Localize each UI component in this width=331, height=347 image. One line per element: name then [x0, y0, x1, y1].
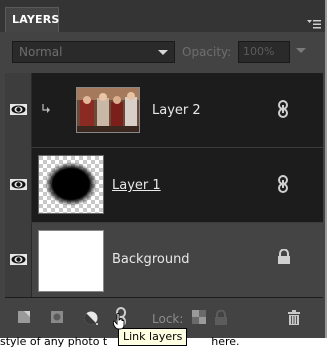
visibility-toggle[interactable]: [5, 223, 32, 297]
chevron-down-icon: [158, 50, 168, 55]
clip-arrow-icon: [42, 104, 50, 113]
layer-row-background[interactable]: Background: [5, 223, 323, 298]
layers-panel: LAYERS Normal Opacity: 100% Layer 2 Laye…: [0, 0, 327, 338]
layers-list: Layer 2 Layer 1 Background: [5, 73, 323, 298]
lock-label: Lock:: [152, 312, 184, 326]
layer-name[interactable]: Layer 1: [112, 178, 161, 194]
layer-body[interactable]: Background: [32, 223, 323, 297]
panel-menu-icon[interactable]: [307, 14, 321, 29]
blend-mode-select[interactable]: Normal: [12, 41, 175, 63]
layer-thumbnail: [38, 155, 104, 214]
layer-body[interactable]: Layer 1: [32, 148, 323, 222]
panel-tab-layers[interactable]: LAYERS: [5, 7, 59, 32]
layer-body[interactable]: Layer 2: [32, 73, 323, 147]
document-text-right: here.: [211, 337, 240, 347]
layer-thumbnail: [38, 230, 104, 292]
lock-icon: [278, 249, 290, 264]
layer-name[interactable]: Layer 2: [152, 103, 201, 119]
visibility-toggle[interactable]: [5, 73, 32, 147]
chain-icon[interactable]: [277, 100, 289, 118]
eye-icon: [10, 254, 27, 265]
panel-header: LAYERS: [0, 0, 325, 32]
lock-transparency-icon[interactable]: [192, 310, 206, 324]
chain-icon[interactable]: [277, 175, 289, 193]
adjustment-layer-icon[interactable]: [83, 310, 99, 326]
opacity-dropdown-icon[interactable]: [296, 48, 306, 53]
eye-icon: [10, 104, 27, 115]
visibility-toggle[interactable]: [5, 148, 32, 222]
blend-mode-value: Normal: [19, 45, 63, 59]
new-layer-icon[interactable]: [17, 310, 31, 324]
lock-all-icon[interactable]: [214, 310, 228, 326]
link-layers-tooltip: Link layers: [118, 328, 188, 346]
eye-icon: [10, 179, 27, 190]
layer-row-layer-1[interactable]: Layer 1: [5, 148, 323, 223]
opacity-input[interactable]: 100%: [238, 41, 290, 63]
layer-thumbnail: [76, 87, 140, 133]
document-text-left: style of any photo t: [0, 337, 108, 347]
hand-cursor-icon: [113, 313, 125, 330]
layer-row-layer-2[interactable]: Layer 2: [5, 73, 323, 148]
layer-mask-icon[interactable]: [50, 310, 64, 324]
trash-icon[interactable]: [287, 310, 301, 326]
opacity-label: Opacity:: [182, 45, 232, 59]
layer-name[interactable]: Background: [112, 252, 190, 268]
